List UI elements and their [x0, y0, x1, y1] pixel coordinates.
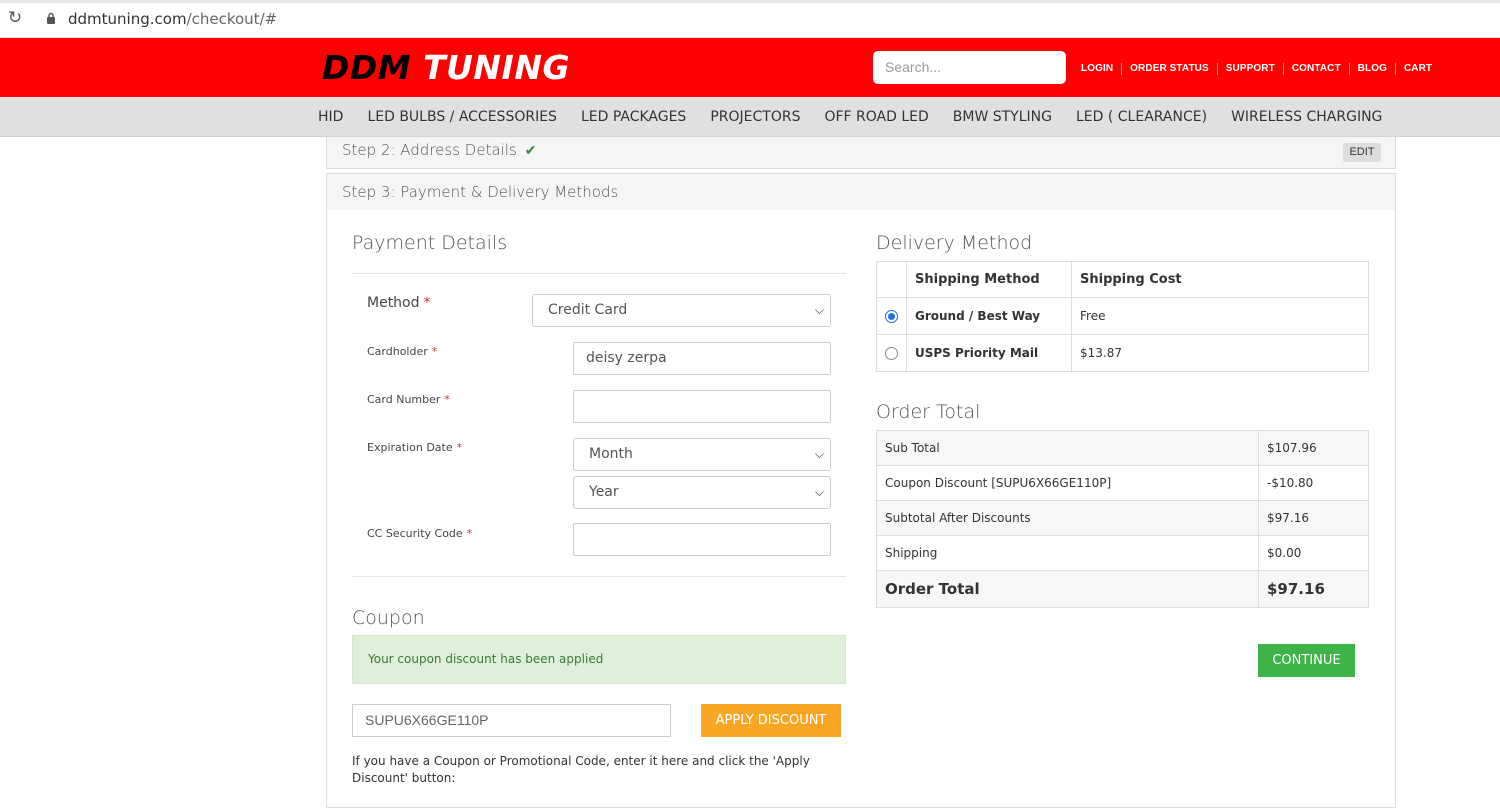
blog-link[interactable]: BLOG: [1348, 63, 1395, 75]
nav-item-led-packages[interactable]: LED PACKAGES: [581, 97, 686, 137]
continue-button[interactable]: CONTINUE: [1258, 644, 1355, 677]
chevron-down-icon: ⌵: [814, 303, 824, 317]
support-link[interactable]: SUPPORT: [1216, 63, 1283, 75]
site-header: DDM TUNING Search... LOGIN ORDER STATUS …: [0, 38, 1500, 97]
tab-strip: [0, 0, 1500, 3]
table-header-cell: [876, 261, 907, 298]
shipping-radio-ground[interactable]: [885, 310, 898, 323]
expiration-year-select[interactable]: Year ⌵: [573, 476, 831, 509]
table-row: Sub Total $107.96: [876, 430, 1369, 466]
cardholder-label: Cardholder *: [367, 345, 438, 358]
shipping-method-header: Shipping Method: [906, 261, 1072, 298]
divider: [352, 273, 846, 274]
order-total-amount: $97.16: [1258, 570, 1369, 608]
delivery-method-heading: Delivery Method: [876, 232, 1033, 254]
reload-icon[interactable]: ↻: [6, 9, 24, 27]
edit-button[interactable]: EDIT: [1343, 143, 1381, 162]
total-label: Subtotal After Discounts: [876, 500, 1259, 536]
step2-panel: Step 2: Address Details ✔ EDIT: [326, 137, 1396, 169]
nav-item-off-road-led[interactable]: OFF ROAD LED: [824, 97, 928, 137]
card-number-label: Card Number *: [367, 393, 450, 406]
step3-header: Step 3: Payment & Delivery Methods: [326, 173, 1396, 211]
nav-item-led-clearance[interactable]: LED ( CLEARANCE): [1076, 97, 1207, 137]
main-nav: HID LED BULBS / ACCESSORIES LED PACKAGES…: [0, 97, 1500, 137]
shipping-cost: $13.87: [1071, 334, 1369, 372]
coupon-heading: Coupon: [352, 607, 425, 629]
cardholder-input[interactable]: deisy zerpa: [573, 342, 831, 375]
shipping-method-name: Ground / Best Way: [906, 297, 1072, 335]
chevron-down-icon: ⌵: [814, 485, 824, 499]
logo-ddm: DDM: [322, 48, 412, 87]
method-label: Method *: [367, 295, 431, 311]
shipping-cost-header: Shipping Cost: [1071, 261, 1369, 298]
total-amount: $0.00: [1258, 535, 1369, 571]
total-label: Sub Total: [876, 430, 1259, 466]
shipping-radio-usps[interactable]: [885, 347, 898, 360]
expiration-date-label: Expiration Date *: [367, 441, 463, 454]
nav-item-bmw-styling[interactable]: BMW STYLING: [953, 97, 1052, 137]
shipping-methods-table: Shipping Method Shipping Cost Ground / B…: [876, 261, 1369, 372]
chevron-down-icon: ⌵: [814, 447, 824, 461]
table-row[interactable]: USPS Priority Mail $13.87: [876, 334, 1369, 372]
url-host: ddmtuning.com: [68, 10, 187, 28]
nav-item-projectors[interactable]: PROJECTORS: [710, 97, 800, 137]
login-link[interactable]: LOGIN: [1073, 63, 1121, 75]
table-row: Subtotal After Discounts $97.16: [876, 500, 1369, 536]
browser-toolbar: ↻ ddmtuning.com/checkout/#: [0, 0, 1500, 38]
shipping-method-name: USPS Priority Mail: [906, 334, 1072, 372]
top-links: LOGIN ORDER STATUS SUPPORT CONTACT BLOG …: [1073, 63, 1440, 75]
order-total-heading: Order Total: [876, 401, 981, 423]
shipping-cost: Free: [1071, 297, 1369, 335]
cart-link[interactable]: CART: [1394, 63, 1440, 75]
site-logo[interactable]: DDM TUNING: [322, 50, 570, 86]
nav-item-hid[interactable]: HID: [318, 97, 343, 137]
coupon-help-text: If you have a Coupon or Promotional Code…: [352, 754, 810, 785]
nav-item-wireless-charging[interactable]: WIRELESS CHARGING: [1231, 97, 1382, 137]
total-label: Shipping: [876, 535, 1259, 571]
total-amount: -$10.80: [1258, 465, 1369, 501]
order-status-link[interactable]: ORDER STATUS: [1121, 63, 1217, 75]
address-bar[interactable]: ddmtuning.com/checkout/#: [68, 10, 277, 28]
table-row[interactable]: Ground / Best Way Free: [876, 297, 1369, 335]
table-row: Coupon Discount [SUPU6X66GE110P] -$10.80: [876, 465, 1369, 501]
url-path: /checkout/#: [186, 10, 278, 28]
cc-security-code-label: CC Security Code *: [367, 527, 473, 540]
cc-security-code-input[interactable]: [573, 523, 831, 556]
card-number-input[interactable]: [573, 390, 831, 423]
order-total-row: Order Total $97.16: [876, 570, 1369, 608]
step2-title: Step 2: Address Details: [342, 141, 517, 159]
payment-method-select[interactable]: Credit Card ⌵: [532, 294, 831, 327]
order-total-label: Order Total: [876, 570, 1259, 608]
logo-tuning: TUNING: [423, 48, 571, 87]
lock-icon: [47, 12, 55, 24]
contact-link[interactable]: CONTACT: [1282, 63, 1349, 75]
apply-discount-button[interactable]: APPLY DISCOUNT: [701, 704, 841, 737]
coupon-success-alert: Your coupon discount has been applied: [352, 635, 846, 684]
total-amount: $107.96: [1258, 430, 1369, 466]
table-header-row: Shipping Method Shipping Cost: [876, 261, 1369, 298]
total-amount: $97.16: [1258, 500, 1369, 536]
search-input[interactable]: Search...: [873, 51, 1066, 84]
nav-item-led-bulbs[interactable]: LED BULBS / ACCESSORIES: [367, 97, 557, 137]
total-label: Coupon Discount [SUPU6X66GE110P]: [876, 465, 1259, 501]
checkmark-icon: ✔: [524, 143, 537, 159]
step3-title: Step 3: Payment & Delivery Methods: [342, 183, 619, 201]
divider: [352, 576, 846, 577]
expiration-month-select[interactable]: Month ⌵: [573, 438, 831, 471]
table-row: Shipping $0.00: [876, 535, 1369, 571]
order-total-table: Sub Total $107.96 Coupon Discount [SUPU6…: [876, 430, 1369, 608]
coupon-code-input[interactable]: SUPU6X66GE110P: [352, 704, 671, 737]
payment-details-heading: Payment Details: [352, 232, 508, 254]
